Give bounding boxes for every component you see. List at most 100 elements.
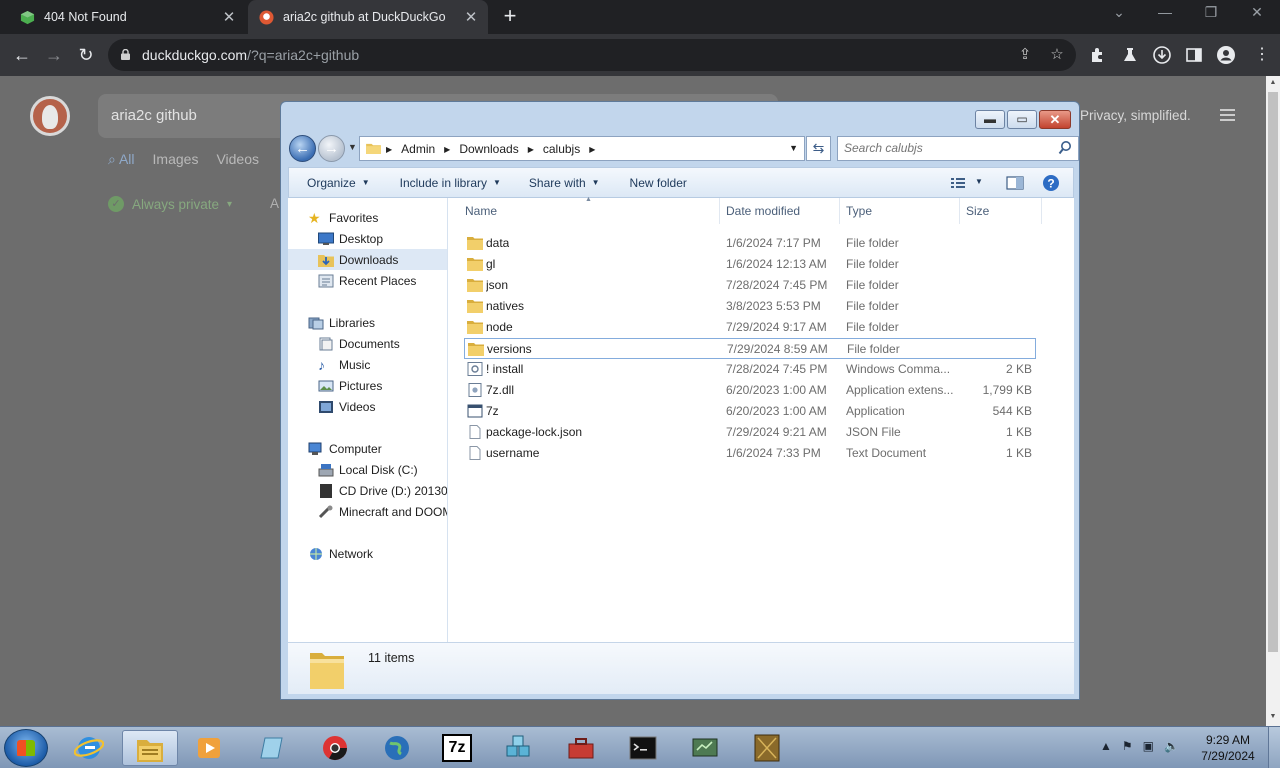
- back-arrow-icon[interactable]: ←: [9, 42, 35, 68]
- file-row[interactable]: node 7/29/2024 9:17 AM File folder: [464, 317, 1036, 338]
- file-row[interactable]: json 7/28/2024 7:45 PM File folder: [464, 275, 1036, 296]
- nav-cd-drive[interactable]: CD Drive (D:) 20130108: [288, 480, 447, 501]
- nav-music[interactable]: ♪ Music: [288, 354, 447, 375]
- breadcrumb-separator-icon[interactable]: ▶: [589, 145, 595, 154]
- breadcrumb-separator-icon[interactable]: ▶: [528, 145, 534, 154]
- duckduckgo-logo-icon[interactable]: [30, 96, 70, 136]
- close-tab-icon[interactable]: ✕: [218, 8, 240, 26]
- nav-desktop[interactable]: Desktop: [288, 228, 447, 249]
- show-hidden-icons-icon[interactable]: ▲: [1100, 739, 1112, 753]
- taskbar-app-monitor[interactable]: [678, 730, 734, 766]
- ddg-privacy-filter[interactable]: ✓ Always private ▾: [108, 196, 232, 212]
- page-scrollbar[interactable]: ▲ ▼: [1266, 76, 1280, 726]
- volume-muted-icon[interactable]: 🔈: [1164, 739, 1179, 753]
- reload-icon[interactable]: ↻: [73, 42, 99, 68]
- nav-favorites[interactable]: ★ Favorites: [288, 207, 447, 228]
- extensions-puzzle-icon[interactable]: [1088, 45, 1108, 65]
- file-row[interactable]: package-lock.json 7/29/2024 9:21 AM JSON F…: [464, 422, 1036, 443]
- action-center-flag-icon[interactable]: ⚑: [1122, 739, 1133, 753]
- breadcrumb-separator-icon[interactable]: ▶: [386, 145, 392, 154]
- nav-documents[interactable]: Documents: [288, 333, 447, 354]
- refresh-button[interactable]: ⇆: [806, 136, 831, 161]
- column-header-date[interactable]: Date modified: [720, 198, 840, 224]
- explorer-address-bar[interactable]: ▶ Admin ▶ Downloads ▶ calubjs ▶ ▼: [359, 136, 805, 161]
- taskbar-toolbox[interactable]: [554, 730, 610, 766]
- column-header-name[interactable]: Name ▲: [448, 196, 720, 224]
- scrollbar-thumb[interactable]: [1268, 92, 1278, 652]
- forward-button[interactable]: →: [318, 135, 345, 162]
- nav-recent-places[interactable]: Recent Places: [288, 270, 447, 291]
- new-folder-button[interactable]: New folder: [630, 176, 687, 190]
- start-button-icon[interactable]: [4, 729, 48, 767]
- taskbar-globe-app[interactable]: [370, 730, 426, 766]
- search-icon[interactable]: [1058, 140, 1072, 156]
- file-row[interactable]: 7z 6/20/2023 1:00 AM Application 544 KB: [464, 401, 1036, 422]
- minimize-icon[interactable]: —: [1150, 4, 1180, 20]
- file-row[interactable]: 7z.dll 6/20/2023 1:00 AM Application exten…: [464, 380, 1036, 401]
- ddg-tab-videos[interactable]: Videos: [216, 151, 259, 168]
- file-row[interactable]: natives 3/8/2023 5:53 PM File folder: [464, 296, 1036, 317]
- nav-computer[interactable]: Computer: [288, 438, 447, 459]
- nav-downloads[interactable]: Downloads: [288, 249, 447, 270]
- scroll-up-arrow-icon[interactable]: ▲: [1268, 79, 1278, 86]
- nav-pictures[interactable]: Pictures: [288, 375, 447, 396]
- taskbar-internet-explorer[interactable]: [62, 730, 118, 766]
- minimize-button[interactable]: ▬: [975, 110, 1005, 129]
- view-chevron-down-icon[interactable]: ▼: [975, 177, 983, 197]
- nav-network[interactable]: Network: [288, 543, 447, 564]
- download-icon[interactable]: [1152, 45, 1172, 65]
- breadcrumb-calubjs[interactable]: calubjs: [543, 142, 580, 156]
- view-options-icon[interactable]: [949, 173, 967, 193]
- maximize-button[interactable]: ▭: [1007, 110, 1037, 129]
- taskbar-windows-explorer[interactable]: [122, 730, 178, 766]
- column-header-type[interactable]: Type: [840, 198, 960, 224]
- close-window-icon[interactable]: ✕: [1242, 4, 1272, 21]
- ddg-tab-all[interactable]: ⌕ All: [108, 151, 135, 168]
- taskbar-7zip[interactable]: 7z: [430, 730, 486, 766]
- breadcrumb-separator-icon[interactable]: ▶: [444, 145, 450, 154]
- file-row[interactable]: username 1/6/2024 7:33 PM Text Document 1 K…: [464, 443, 1036, 464]
- labs-flask-icon[interactable]: [1120, 45, 1140, 65]
- file-row[interactable]: data 1/6/2024 7:17 PM File folder: [464, 233, 1036, 254]
- new-tab-button[interactable]: +: [498, 5, 522, 29]
- forward-arrow-icon[interactable]: →: [41, 42, 67, 68]
- taskbar-command-prompt[interactable]: [616, 730, 672, 766]
- bookmark-star-icon[interactable]: ☆: [1047, 45, 1067, 65]
- preview-pane-icon[interactable]: [1005, 173, 1025, 193]
- file-row[interactable]: versions 7/29/2024 8:59 AM File folder: [464, 338, 1036, 359]
- explorer-search-input[interactable]: [844, 141, 1044, 155]
- address-history-chevron-icon[interactable]: ▼: [789, 143, 798, 153]
- ddg-search-query[interactable]: aria2c github: [111, 107, 197, 124]
- chrome-menu-icon[interactable]: ⋮: [1249, 42, 1275, 68]
- tab-duckduckgo[interactable]: aria2c github at DuckDuckGo ✕: [248, 0, 488, 34]
- column-header-size[interactable]: Size: [960, 198, 1042, 224]
- breadcrumb-admin[interactable]: Admin: [401, 142, 435, 156]
- nav-local-disk[interactable]: Local Disk (C:): [288, 459, 447, 480]
- taskbar-media-player[interactable]: [182, 730, 238, 766]
- taskbar-chrome[interactable]: [308, 730, 364, 766]
- explorer-search-box[interactable]: [837, 136, 1079, 161]
- close-button[interactable]: ✕: [1039, 110, 1071, 129]
- network-status-icon[interactable]: ▣: [1143, 739, 1154, 753]
- breadcrumb-downloads[interactable]: Downloads: [459, 142, 518, 156]
- file-row[interactable]: gl 1/6/2024 12:13 AM File folder: [464, 254, 1036, 275]
- share-with-button[interactable]: Share with ▼: [529, 176, 600, 190]
- profile-avatar-icon[interactable]: [1216, 45, 1236, 65]
- ddg-filter-truncated[interactable]: A: [270, 196, 279, 211]
- system-clock[interactable]: 9:29 AM 7/29/2024: [1196, 732, 1260, 764]
- close-tab-icon[interactable]: ✕: [460, 8, 482, 26]
- taskbar-app-4[interactable]: [244, 730, 300, 766]
- file-row[interactable]: ! install 7/28/2024 7:45 PM Windows Comma.…: [464, 359, 1036, 380]
- help-icon[interactable]: ?: [1041, 173, 1061, 193]
- include-in-library-button[interactable]: Include in library ▼: [400, 176, 501, 190]
- taskbar-cubes-app[interactable]: [492, 730, 548, 766]
- side-panel-icon[interactable]: [1184, 45, 1204, 65]
- recent-locations-chevron-icon[interactable]: ▼: [348, 142, 357, 152]
- organize-button[interactable]: Organize ▼: [307, 176, 370, 190]
- taskbar-dosbox[interactable]: [740, 730, 796, 766]
- url-text[interactable]: duckduckgo.com/?q=aria2c+github: [142, 47, 359, 63]
- share-icon[interactable]: ⇪: [1015, 45, 1035, 65]
- tab-404-not-found[interactable]: 404 Not Found ✕: [0, 0, 246, 34]
- back-button[interactable]: ←: [289, 135, 316, 162]
- restore-icon[interactable]: ❐: [1196, 4, 1226, 21]
